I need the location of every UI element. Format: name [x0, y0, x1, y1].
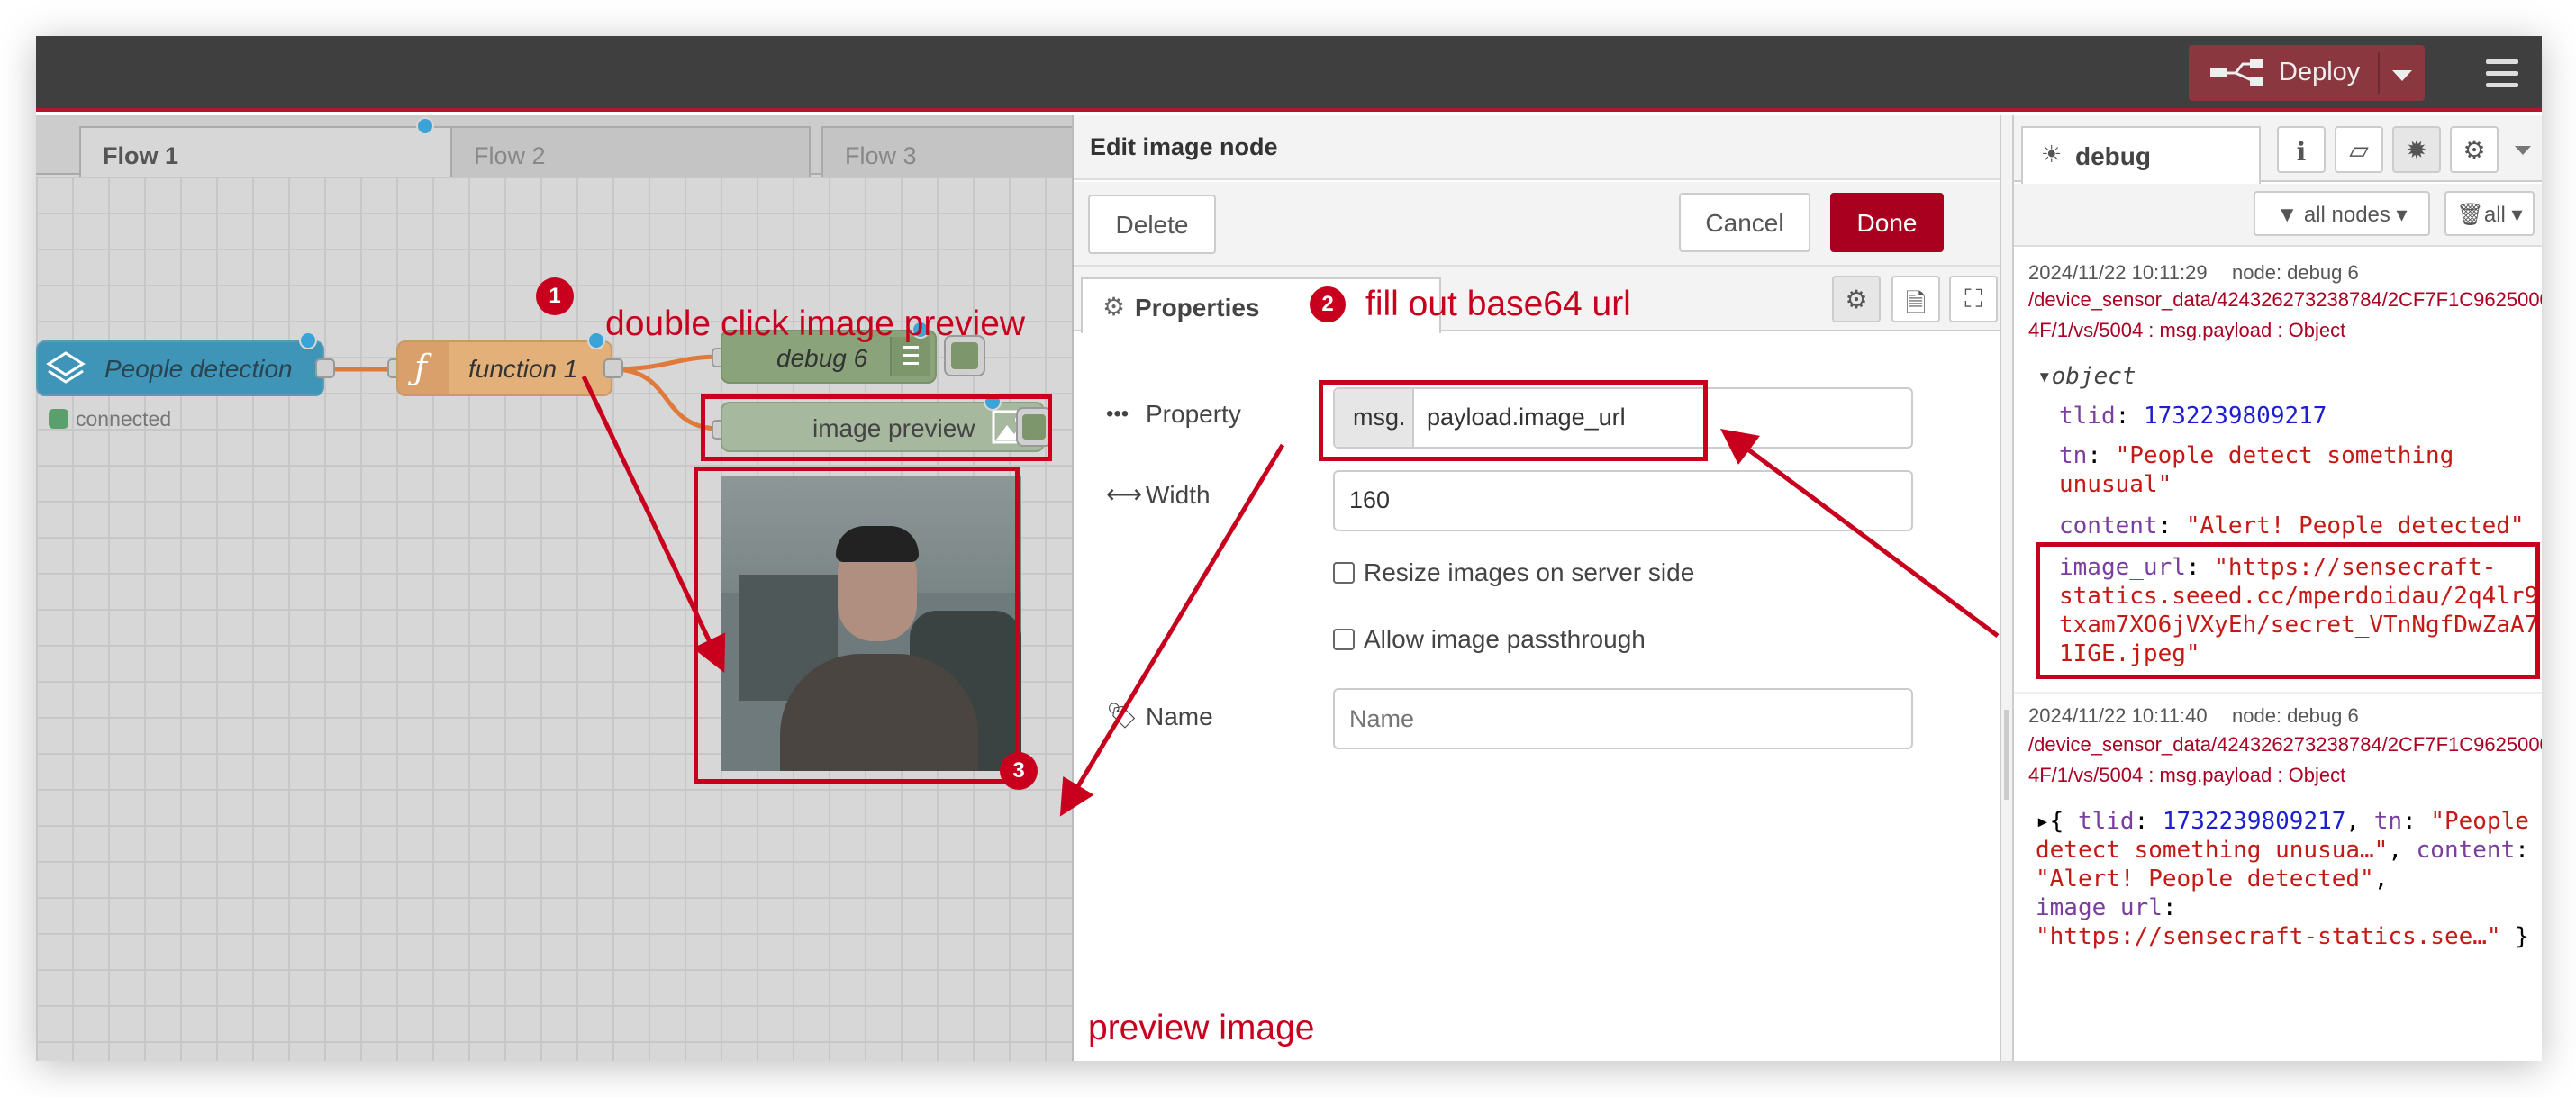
app-window: Deploy Flow 1 Flow 2 Flow 3 People detec…: [36, 36, 2542, 1061]
annotation-arrows: [581, 375, 2000, 817]
